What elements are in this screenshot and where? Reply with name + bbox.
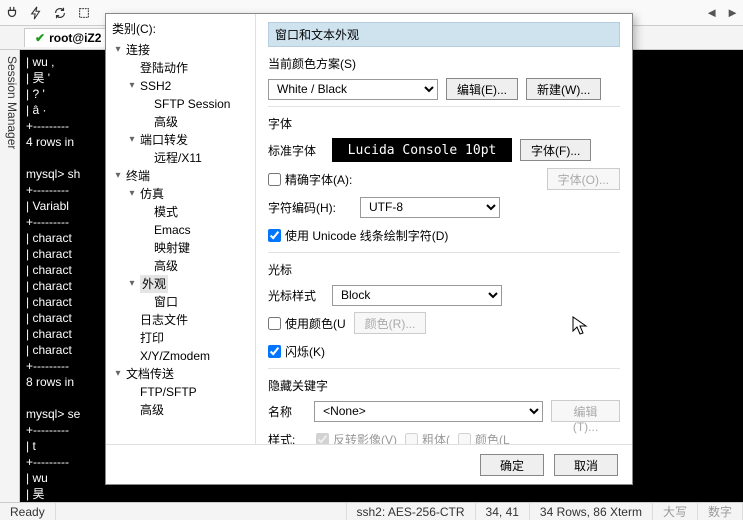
appearance-settings-panel: 窗口和文本外观 当前颜色方案(S) White / Black 编辑(E)...… (256, 14, 632, 444)
tree-selected-appearance: 外观 (140, 275, 168, 293)
cancel-button[interactable]: 取消 (554, 454, 618, 476)
font-preview: Lucida Console 10pt (332, 138, 512, 162)
use-color-checkbox[interactable]: 使用颜色(U (268, 315, 346, 332)
crop-icon[interactable] (76, 5, 92, 21)
panel-header: 窗口和文本外观 (268, 22, 620, 47)
tab-label: root@iZ2 (49, 31, 101, 45)
font-button[interactable]: 字体(F)... (520, 139, 591, 161)
unicode-linedraw-checkbox[interactable]: 使用 Unicode 线条绘制字符(D) (268, 227, 448, 244)
plug-icon[interactable] (4, 5, 20, 21)
refresh-icon[interactable] (52, 5, 68, 21)
chevron-left-icon[interactable]: ◄ (705, 5, 718, 20)
edit-t-button: 编辑(T)... (551, 400, 620, 422)
style-label: 样式: (268, 431, 308, 445)
exact-font-checkbox[interactable]: 精确字体(A): (268, 171, 352, 188)
status-term-size: 34 Rows, 86 Xterm (530, 503, 653, 520)
session-options-dialog: 类别(C): ▾连接 登陆动作 ▾SSH2 SFTP Session 高级 (105, 13, 633, 485)
ok-button[interactable]: 确定 (480, 454, 544, 476)
blink-checkbox[interactable]: 闪烁(K) (268, 343, 325, 360)
font-o-button: 字体(O)... (547, 168, 620, 190)
status-caps: 大写 (653, 503, 698, 520)
status-cursor-pos: 34, 41 (476, 503, 530, 520)
hide-keyword-section-title: 隐藏关键字 (268, 377, 620, 394)
scheme-label: 当前颜色方案(S) (268, 55, 620, 72)
status-ready: Ready (0, 503, 56, 520)
color2-checkbox: 颜色(L (458, 431, 510, 445)
font-label: 标准字体 (268, 142, 324, 159)
encoding-select[interactable]: UTF-8 (360, 197, 500, 218)
category-tree[interactable]: ▾连接 登陆动作 ▾SSH2 SFTP Session 高级 ▾端口转发 远程/… (112, 41, 251, 419)
cursor-style-label: 光标样式 (268, 287, 324, 304)
status-connection: ssh2: AES-256-CTR (347, 503, 476, 520)
color-scheme-select[interactable]: White / Black (268, 79, 438, 100)
edit-scheme-button[interactable]: 编辑(E)... (446, 78, 518, 100)
cursor-color-button: 颜色(R)... (354, 312, 427, 334)
hide-name-label: 名称 (268, 403, 306, 420)
category-label: 类别(C): (112, 20, 251, 37)
status-bar: Ready ssh2: AES-256-CTR 34, 41 34 Rows, … (0, 502, 743, 520)
bold-checkbox: 粗体( (405, 431, 450, 445)
cursor-style-select[interactable]: Block (332, 285, 502, 306)
font-section-title: 字体 (268, 115, 620, 132)
dialog-button-row: 确定 取消 (106, 444, 632, 484)
bolt-icon[interactable] (28, 5, 44, 21)
cursor-section-title: 光标 (268, 261, 620, 278)
category-tree-panel: 类别(C): ▾连接 登陆动作 ▾SSH2 SFTP Session 高级 (106, 14, 256, 444)
session-manager-panel[interactable]: Session Manager (0, 50, 20, 502)
check-icon: ✔ (35, 31, 45, 45)
encoding-label: 字符编码(H): (268, 199, 352, 216)
new-scheme-button[interactable]: 新建(W)... (526, 78, 601, 100)
status-num: 数字 (698, 503, 743, 520)
session-tab[interactable]: ✔ root@iZ2 (24, 28, 112, 47)
invert-checkbox: 反转影像(V) (316, 431, 397, 445)
hide-name-select[interactable]: <None> (314, 401, 543, 422)
chevron-right-icon[interactable]: ► (726, 5, 739, 20)
